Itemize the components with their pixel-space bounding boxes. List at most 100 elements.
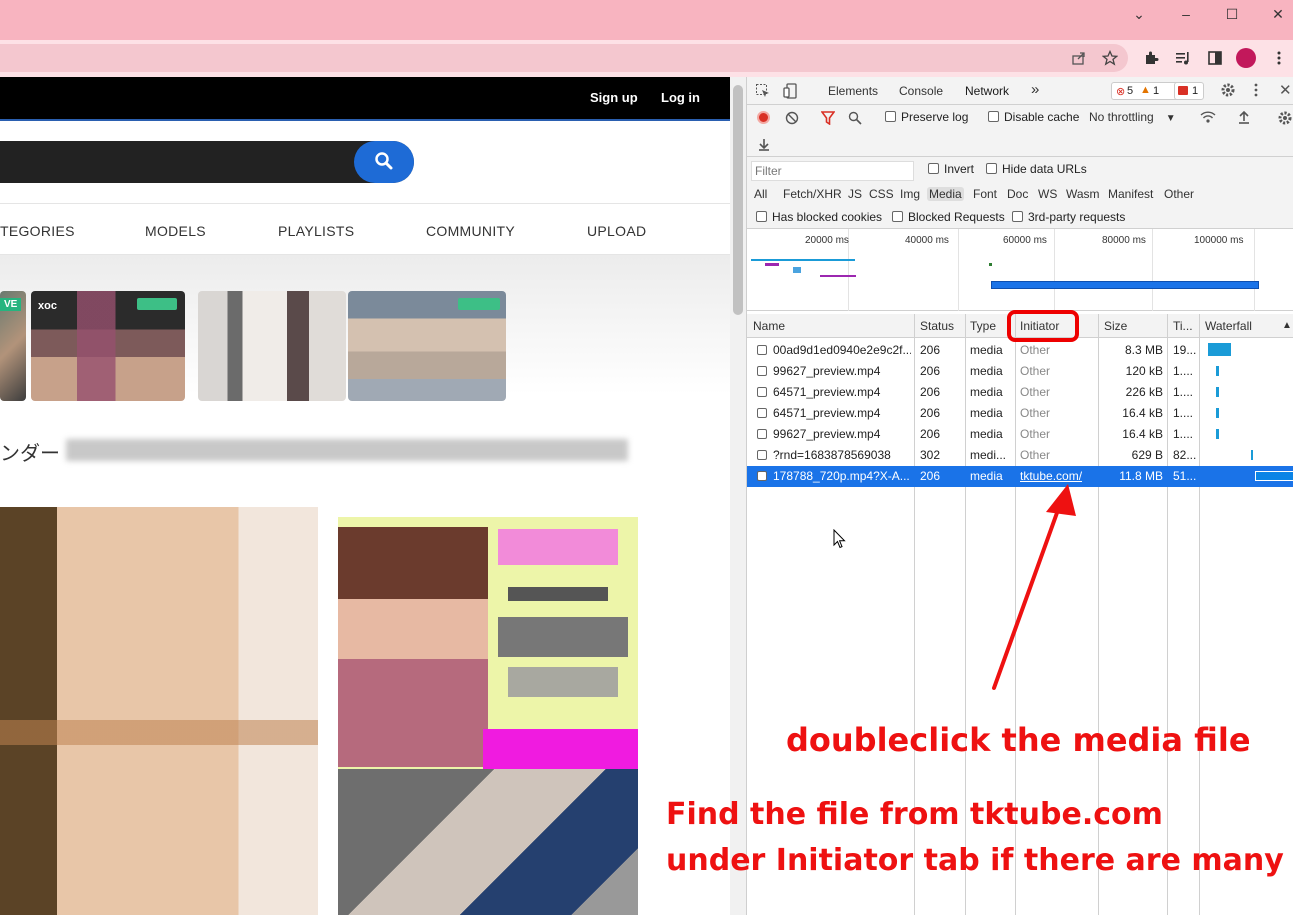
maximize-button[interactable]: ☐ — [1209, 0, 1255, 28]
row-checkbox — [757, 429, 767, 439]
network-overview-timeline[interactable]: 20000 ms 40000 ms 60000 ms 80000 ms 1000… — [747, 229, 1293, 311]
featured-video-thumbnail[interactable] — [0, 507, 318, 915]
share-icon[interactable] — [1068, 47, 1090, 69]
extensions-icon[interactable] — [1140, 47, 1162, 69]
filter-icon[interactable] — [820, 111, 836, 128]
issues-number: 1 — [1192, 85, 1199, 97]
address-bar[interactable] — [0, 44, 1128, 72]
playlists-link[interactable]: PLAYLISTS — [278, 223, 354, 239]
preserve-log-checkbox[interactable]: Preserve log — [885, 110, 968, 124]
inspect-element-icon[interactable] — [755, 83, 771, 102]
browser-menu-icon[interactable] — [1268, 47, 1290, 69]
filter-type-all[interactable]: All — [754, 187, 767, 201]
video-thumbnail[interactable] — [198, 291, 346, 401]
login-link[interactable]: Log in — [661, 90, 700, 105]
signup-link[interactable]: Sign up — [590, 90, 638, 105]
overview-bar — [751, 259, 855, 261]
column-size[interactable]: Size — [1104, 319, 1127, 333]
console-counts[interactable]: ⊗ 5 ▲ 1 — [1111, 82, 1179, 100]
row-checkbox — [757, 387, 767, 397]
filter-type-media[interactable]: Media — [927, 187, 964, 201]
export-har-icon[interactable] — [757, 137, 771, 154]
close-devtools-icon[interactable]: ✕ — [1279, 81, 1292, 99]
error-icon: ⊗ — [1116, 86, 1126, 98]
search-icon[interactable] — [848, 111, 862, 128]
request-initiator: Other — [1020, 427, 1051, 441]
settings-gear-icon[interactable] — [1220, 82, 1236, 101]
filter-type-css[interactable]: CSS — [869, 187, 894, 201]
filter-type-manifest[interactable]: Manifest — [1108, 187, 1153, 201]
blocked-requests-checkbox[interactable]: Blocked Requests — [892, 210, 1005, 224]
site-top-nav: Sign up Log in — [0, 77, 730, 119]
site-search-input[interactable] — [0, 141, 414, 183]
invert-checkbox[interactable]: Invert — [928, 162, 974, 176]
request-status: 206 — [920, 469, 941, 483]
request-status: 206 — [920, 364, 941, 378]
waterfall-bar — [1216, 408, 1219, 418]
tab-network[interactable]: Network — [965, 84, 1009, 98]
filter-type-js[interactable]: JS — [848, 187, 862, 201]
column-name[interactable]: Name — [753, 319, 785, 333]
filter-type-ws[interactable]: WS — [1038, 187, 1057, 201]
request-size: 8.3 MB — [1124, 343, 1163, 357]
request-row-selected[interactable]: 178788_720p.mp4?X-A... 206 media tktube.… — [747, 466, 1293, 487]
category-link[interactable]: TEGORIES — [0, 223, 75, 239]
site-search-button[interactable] — [354, 141, 414, 183]
advertisement-image[interactable] — [338, 769, 638, 915]
page-scrollbar-thumb[interactable] — [733, 85, 743, 315]
request-row[interactable]: 64571_preview.mp4 206 media Other 16.4 k… — [747, 403, 1293, 424]
tab-search-icon[interactable]: ⌄ — [1116, 0, 1162, 28]
issues-count[interactable]: 1 — [1174, 82, 1204, 100]
request-status: 206 — [920, 385, 941, 399]
media-controls-icon[interactable] — [1172, 47, 1194, 69]
models-link[interactable]: MODELS — [145, 223, 206, 239]
close-window-button[interactable]: ✕ — [1255, 0, 1293, 28]
third-party-requests-checkbox[interactable]: 3rd-party requests — [1012, 210, 1125, 224]
side-panel-icon[interactable] — [1204, 47, 1226, 69]
bookmark-star-icon[interactable] — [1099, 47, 1121, 69]
device-toolbar-icon[interactable] — [783, 83, 799, 102]
community-link[interactable]: COMMUNITY — [426, 223, 515, 239]
chevron-down-icon: ▼ — [1165, 113, 1176, 124]
disable-cache-checkbox[interactable]: Disable cache — [988, 110, 1079, 124]
profile-avatar[interactable] — [1236, 48, 1256, 68]
filter-type-img[interactable]: Img — [900, 187, 920, 201]
request-name: 00ad9d1ed0940e2e9c2f... — [773, 343, 911, 357]
network-settings-gear-icon[interactable] — [1277, 110, 1293, 129]
tab-elements[interactable]: Elements — [828, 84, 878, 98]
waterfall-bar — [1216, 366, 1219, 376]
initiator-link[interactable]: tktube.com/ — [1020, 469, 1082, 483]
tab-console[interactable]: Console — [899, 84, 943, 98]
column-status[interactable]: Status — [920, 319, 954, 333]
filter-type-other[interactable]: Other — [1164, 187, 1194, 201]
filter-type-font[interactable]: Font — [973, 187, 997, 201]
filter-type-doc[interactable]: Doc — [1007, 187, 1028, 201]
minimize-button[interactable]: – — [1163, 0, 1209, 28]
ad-cta-button[interactable] — [483, 729, 638, 769]
column-time[interactable]: Ti... — [1173, 319, 1193, 333]
request-row[interactable]: 99627_preview.mp4 206 media Other 16.4 k… — [747, 424, 1293, 445]
hide-data-urls-checkbox[interactable]: Hide data URLs — [986, 162, 1087, 176]
column-type[interactable]: Type — [970, 319, 996, 333]
upload-link[interactable]: UPLOAD — [587, 223, 646, 239]
advertisement-banner[interactable] — [338, 517, 638, 769]
request-row[interactable]: ?rnd=1683878569038 302 medi... Other 629… — [747, 445, 1293, 466]
more-tabs-icon[interactable]: » — [1031, 81, 1039, 98]
request-size: 120 kB — [1125, 364, 1163, 378]
network-conditions-icon[interactable] — [1199, 109, 1217, 128]
request-row[interactable]: 99627_preview.mp4 206 media Other 120 kB… — [747, 361, 1293, 382]
has-blocked-cookies-checkbox[interactable]: Has blocked cookies — [756, 210, 882, 224]
clear-icon[interactable] — [785, 111, 799, 128]
request-row[interactable]: 00ad9d1ed0940e2e9c2f... 206 media Other … — [747, 340, 1293, 361]
filter-type-wasm[interactable]: Wasm — [1066, 187, 1100, 201]
request-row[interactable]: 64571_preview.mp4 206 media Other 226 kB… — [747, 382, 1293, 403]
import-har-icon[interactable] — [1237, 110, 1251, 127]
mouse-cursor-icon — [833, 528, 846, 552]
filter-type-fetch-xhr[interactable]: Fetch/XHR — [783, 187, 842, 201]
devtools-menu-icon[interactable] — [1253, 82, 1259, 101]
request-initiator: Other — [1020, 406, 1051, 420]
column-waterfall[interactable]: Waterfall — [1205, 319, 1252, 333]
filter-input[interactable]: Filter — [751, 161, 914, 181]
throttling-select[interactable]: No throttling ▼ — [1089, 110, 1176, 124]
record-icon[interactable] — [757, 111, 770, 124]
